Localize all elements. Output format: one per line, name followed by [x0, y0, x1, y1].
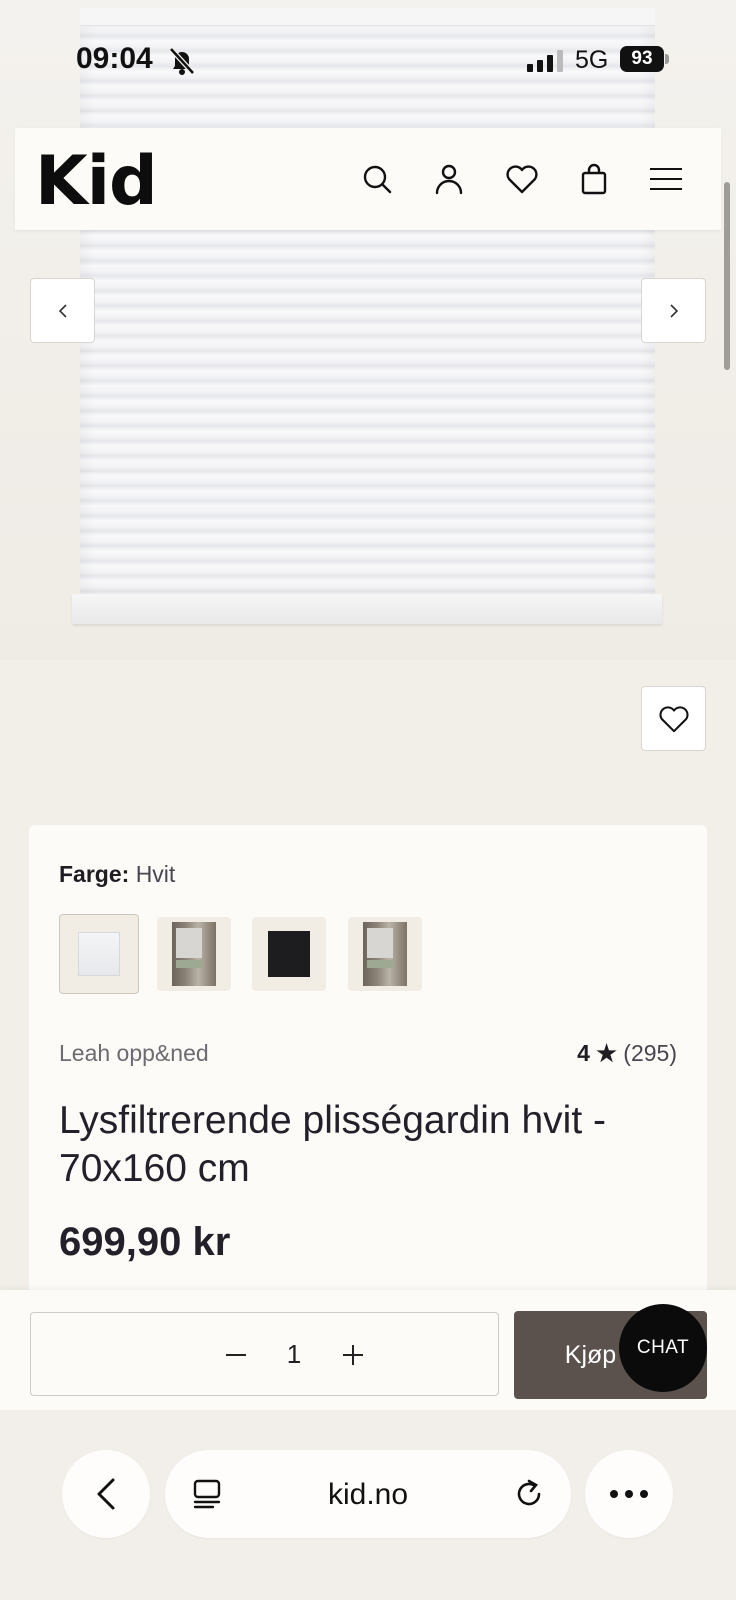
color-swatch-room-1[interactable] — [157, 917, 231, 991]
swatch-white-image — [78, 932, 120, 976]
rating-value: 4 — [577, 1040, 590, 1066]
blind-bottom-rail — [72, 594, 662, 624]
bell-muted-icon — [168, 46, 196, 81]
product-rating[interactable]: 4 ★ (295) — [577, 1040, 677, 1067]
swatch-room-image — [363, 922, 407, 986]
decrease-quantity-button[interactable] — [216, 1335, 256, 1375]
battery-indicator: 93 — [620, 46, 664, 72]
product-image — [0, 0, 736, 660]
url-text: kid.no — [327, 1478, 409, 1511]
status-bar: 09:04 5G 93 — [0, 36, 736, 86]
chevron-left-icon — [58, 303, 67, 318]
color-label: Farge: — [59, 861, 130, 887]
address-bar[interactable]: kid.no — [165, 1450, 571, 1538]
color-selector-label: Farge: Hvit — [59, 861, 175, 888]
blind-headrail — [80, 8, 655, 26]
cellular-signal-icon — [527, 50, 565, 77]
plus-icon — [343, 1345, 363, 1365]
pleated-blind-fabric — [80, 26, 655, 594]
swatch-room-image — [172, 922, 216, 986]
increase-quantity-button[interactable] — [333, 1335, 373, 1375]
product-brand[interactable]: Leah opp&ned — [59, 1040, 209, 1067]
back-arrow-icon — [97, 1478, 115, 1510]
kid-logo[interactable]: Kid — [35, 142, 158, 221]
account-icon[interactable] — [431, 161, 467, 197]
product-info-card: Farge: Hvit Leah opp&ned 4 ★ (295) Lysfi… — [29, 825, 707, 1295]
color-value: Hvit — [135, 861, 176, 887]
status-time: 09:04 — [76, 42, 153, 75]
chevron-right-icon — [669, 303, 678, 318]
site-header: Kid — [15, 128, 721, 230]
quantity-stepper: 1 — [30, 1312, 499, 1396]
battery-tip — [665, 54, 669, 64]
gallery-next-button[interactable] — [641, 278, 706, 343]
rating-count: (295) — [623, 1040, 677, 1066]
color-swatch-room-2[interactable] — [348, 917, 422, 991]
browser-back-button[interactable] — [62, 1450, 150, 1538]
reload-icon[interactable] — [513, 1478, 545, 1515]
search-icon[interactable] — [359, 161, 395, 197]
product-title: Lysfiltrerende plisségardin hvit - 70x16… — [59, 1099, 606, 1190]
page-scrollbar[interactable] — [724, 182, 730, 370]
quantity-value[interactable]: 1 — [279, 1339, 309, 1370]
gallery-prev-button[interactable] — [30, 278, 95, 343]
wishlist-heart-icon[interactable] — [504, 161, 540, 197]
star-icon: ★ — [596, 1040, 617, 1066]
product-price: 699,90 kr — [59, 1220, 231, 1264]
heart-icon — [658, 705, 689, 732]
browser-more-button[interactable] — [585, 1450, 673, 1538]
more-dots-icon — [610, 1490, 648, 1498]
color-swatch-black[interactable] — [252, 917, 326, 991]
swatch-black-image — [268, 931, 310, 977]
color-swatch-white[interactable] — [59, 914, 139, 994]
shopping-bag-icon[interactable] — [576, 161, 612, 197]
hamburger-menu-icon[interactable] — [648, 161, 684, 197]
browser-toolbar: kid.no — [0, 1410, 736, 1600]
minus-icon — [226, 1354, 246, 1356]
chat-button[interactable]: CHAT — [619, 1304, 707, 1392]
network-type: 5G — [575, 46, 609, 74]
add-to-wishlist-button[interactable] — [641, 686, 706, 751]
